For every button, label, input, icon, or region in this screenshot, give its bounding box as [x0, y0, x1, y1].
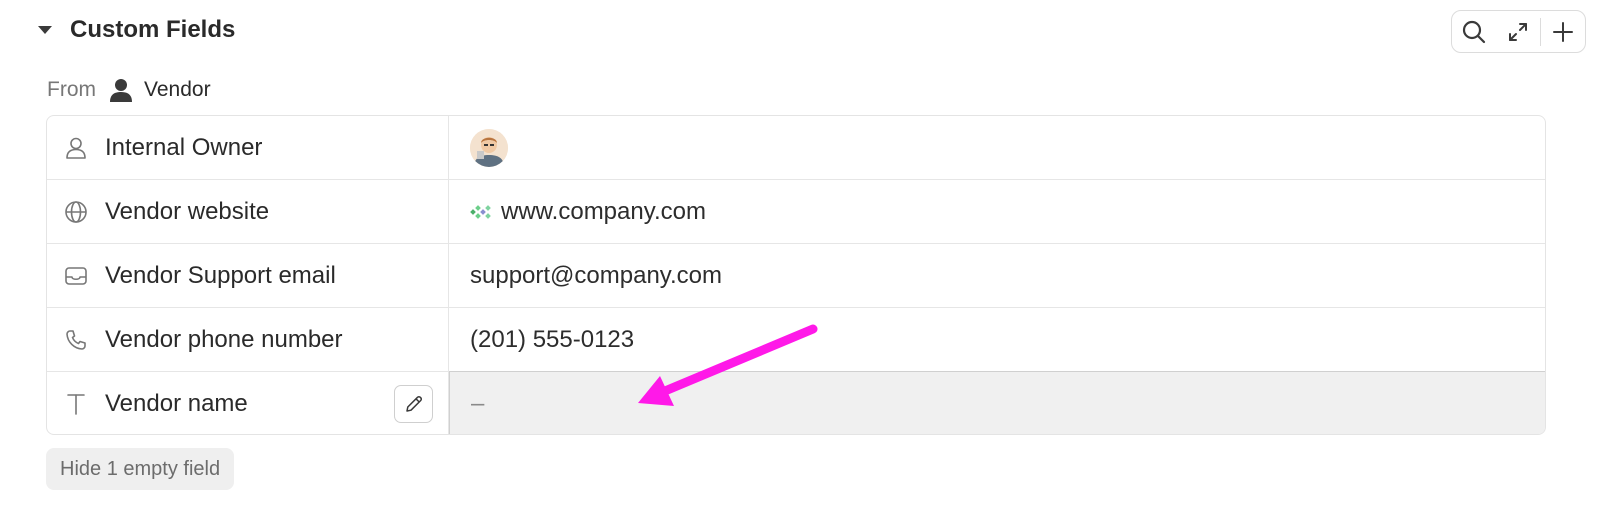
- field-row-internal-owner: Internal Owner: [47, 116, 1545, 180]
- source-row: From Vendor: [47, 74, 211, 106]
- empty-value-placeholder: –: [471, 389, 485, 417]
- phone-icon: [63, 327, 89, 353]
- user-outline-icon: [63, 135, 89, 161]
- edit-field-button[interactable]: [394, 385, 433, 423]
- expand-button[interactable]: [1496, 11, 1540, 52]
- section-toolbar: [1451, 10, 1586, 53]
- field-label: Internal Owner: [105, 133, 263, 161]
- pencil-icon: [405, 395, 422, 412]
- field-label-cell: Vendor Support email: [47, 244, 449, 307]
- field-row-vendor-support-email: Vendor Support email support@company.com: [47, 244, 1545, 308]
- from-label: From: [47, 78, 96, 101]
- field-label: Vendor Support email: [105, 261, 336, 289]
- section-header: Custom Fields: [36, 10, 1586, 50]
- field-label-cell: Vendor name: [47, 372, 449, 434]
- website-link[interactable]: www.company.com: [501, 198, 706, 226]
- field-row-vendor-phone-number: Vendor phone number (201) 555-0123: [47, 308, 1545, 372]
- text-type-icon: [63, 391, 89, 417]
- field-row-vendor-name: Vendor name –: [47, 371, 1545, 434]
- field-label-cell: Internal Owner: [47, 116, 449, 179]
- search-icon: [1462, 20, 1486, 43]
- add-field-button[interactable]: [1541, 11, 1585, 52]
- field-row-vendor-website: Vendor website www.company.com: [47, 180, 1545, 244]
- hide-empty-fields-button[interactable]: Hide 1 empty field: [46, 448, 235, 490]
- field-value-phone-number[interactable]: (201) 555-0123: [449, 308, 1545, 371]
- source-entity[interactable]: Vendor: [144, 78, 211, 102]
- field-value-internal-owner[interactable]: [449, 116, 1545, 179]
- field-label: Vendor phone number: [105, 325, 343, 353]
- collapse-caret-icon[interactable]: [38, 26, 52, 34]
- fields-table: Internal Owner Vendor website www.compan…: [46, 115, 1546, 435]
- plus-icon: [1553, 21, 1573, 42]
- globe-icon: [63, 199, 89, 225]
- search-button[interactable]: [1452, 11, 1496, 52]
- field-label: Vendor website: [105, 197, 270, 225]
- support-email-value[interactable]: support@company.com: [470, 262, 722, 290]
- field-value-support-email[interactable]: support@company.com: [449, 244, 1545, 307]
- field-value-vendor-website[interactable]: www.company.com: [449, 180, 1545, 243]
- mail-icon: [63, 263, 89, 289]
- website-favicon-icon: [470, 203, 494, 221]
- phone-number-value[interactable]: (201) 555-0123: [470, 326, 634, 354]
- field-label-cell: Vendor website: [47, 180, 449, 243]
- field-label: Vendor name: [105, 389, 248, 417]
- person-icon: [108, 77, 134, 103]
- owner-avatar[interactable]: [470, 128, 508, 167]
- field-label-cell: Vendor phone number: [47, 308, 449, 371]
- custom-fields-panel: Custom Fields From Vendor Internal Owner…: [0, 0, 1600, 514]
- expand-icon: [1509, 22, 1527, 41]
- section-title: Custom Fields: [70, 16, 236, 43]
- field-value-vendor-name-input[interactable]: –: [449, 371, 1545, 434]
